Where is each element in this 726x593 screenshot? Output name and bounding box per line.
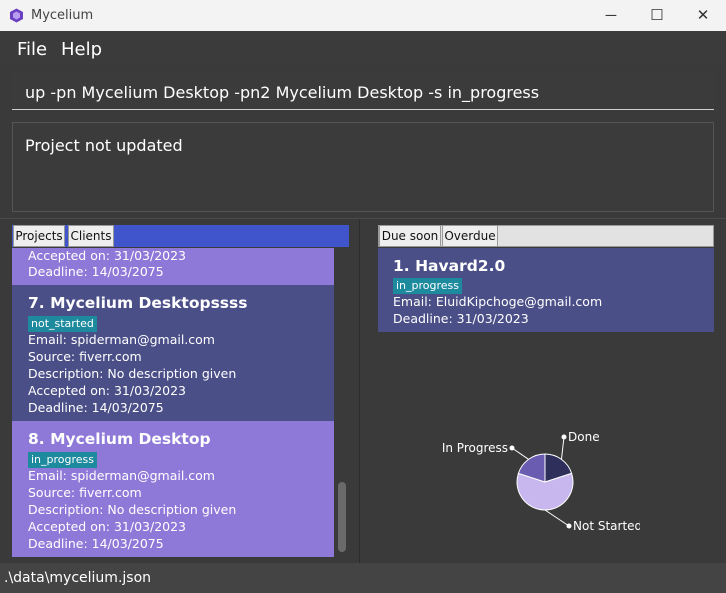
- menu-file[interactable]: File: [17, 39, 47, 60]
- project-title: 8. Mycelium Desktop: [28, 430, 211, 448]
- callout-dot: [509, 445, 515, 451]
- app-logo-icon: [10, 8, 23, 23]
- project-source: Source: fiverr.com: [28, 349, 142, 364]
- project-accepted: Accepted on: 31/03/2023: [28, 519, 187, 534]
- pie-label-in-progress: In Progress: [442, 441, 508, 455]
- project-email: Email: spiderman@gmail.com: [28, 468, 215, 483]
- tab-due-soon[interactable]: Due soon: [379, 225, 441, 247]
- right-tab-bar: Due soon Overdue: [378, 225, 714, 247]
- project-description: Description: No description given: [28, 366, 237, 381]
- due-project-title: 1. Havard2.0: [393, 257, 506, 275]
- pie-label-not-started: Not Started: [573, 519, 640, 533]
- due-soon-card[interactable]: 1. Havard2.0 in_progress Email: EluidKip…: [378, 248, 714, 332]
- project-card-partial[interactable]: Accepted on: 31/03/2023 Deadline: 14/03/…: [12, 248, 334, 285]
- project-title: 7. Mycelium Desktopssss: [28, 294, 248, 312]
- project-accepted: Accepted on: 31/03/2023: [28, 248, 187, 263]
- status-bar: .\data\mycelium.json: [0, 563, 726, 593]
- maximize-button[interactable]: ☐: [634, 0, 680, 31]
- menu-bar: File Help: [0, 31, 726, 65]
- status-badge: in_progress: [393, 278, 463, 294]
- status-badge: in_progress: [28, 452, 98, 468]
- callout-dot: [561, 434, 567, 440]
- tab-projects[interactable]: Projects: [13, 225, 65, 247]
- tab-overdue[interactable]: Overdue: [442, 225, 498, 247]
- result-message: Project not updated: [25, 136, 183, 155]
- callout-line: [560, 436, 565, 460]
- command-text: up -pn Mycelium Desktop -pn2 Mycelium De…: [25, 83, 540, 102]
- project-email: Email: spiderman@gmail.com: [28, 332, 215, 347]
- due-project-email: Email: EluidKipchoge@gmail.com: [393, 294, 603, 309]
- pie-label-done: Done: [568, 430, 600, 444]
- maximize-icon: ☐: [650, 7, 664, 24]
- project-card-7[interactable]: 7. Mycelium Desktopssss not_started Emai…: [12, 285, 334, 421]
- project-accepted: Accepted on: 31/03/2023: [28, 383, 187, 398]
- status-badge: not_started: [28, 316, 97, 332]
- project-deadline: Deadline: 14/03/2075: [28, 536, 164, 551]
- command-input[interactable]: up -pn Mycelium Desktop -pn2 Mycelium De…: [12, 72, 714, 110]
- due-project-deadline: Deadline: 31/03/2023: [393, 311, 529, 326]
- minimize-icon: ─: [605, 7, 617, 24]
- project-deadline: Deadline: 14/03/2075: [28, 400, 164, 415]
- menu-help[interactable]: Help: [61, 39, 102, 60]
- callout-line: [544, 509, 570, 527]
- project-list[interactable]: Accepted on: 31/03/2023 Deadline: 14/03/…: [12, 248, 334, 557]
- save-file-path: .\data\mycelium.json: [4, 570, 152, 586]
- project-status-pie-chart: Not Started In Progress Done: [442, 430, 640, 533]
- callout-line: [511, 447, 529, 460]
- callout-dot: [566, 523, 572, 529]
- close-button[interactable]: ✕: [680, 0, 726, 31]
- project-card-8[interactable]: 8. Mycelium Desktop in_progress Email: s…: [12, 421, 334, 557]
- left-tab-bar: Projects Clients: [12, 225, 349, 247]
- tab-clients[interactable]: Clients: [68, 225, 114, 247]
- minimize-button[interactable]: ─: [588, 0, 634, 31]
- close-icon: ✕: [696, 7, 710, 24]
- window-title: Mycelium: [31, 8, 94, 23]
- project-source: Source: fiverr.com: [28, 485, 142, 500]
- scrollbar-thumb[interactable]: [338, 482, 346, 552]
- horizontal-divider: [0, 218, 726, 219]
- result-display: Project not updated: [12, 122, 714, 212]
- title-bar: Mycelium ─ ☐ ✕: [0, 0, 726, 31]
- project-description: Description: No description given: [28, 502, 237, 517]
- split-pane-divider[interactable]: [359, 219, 360, 563]
- project-deadline: Deadline: 14/03/2075: [28, 264, 164, 279]
